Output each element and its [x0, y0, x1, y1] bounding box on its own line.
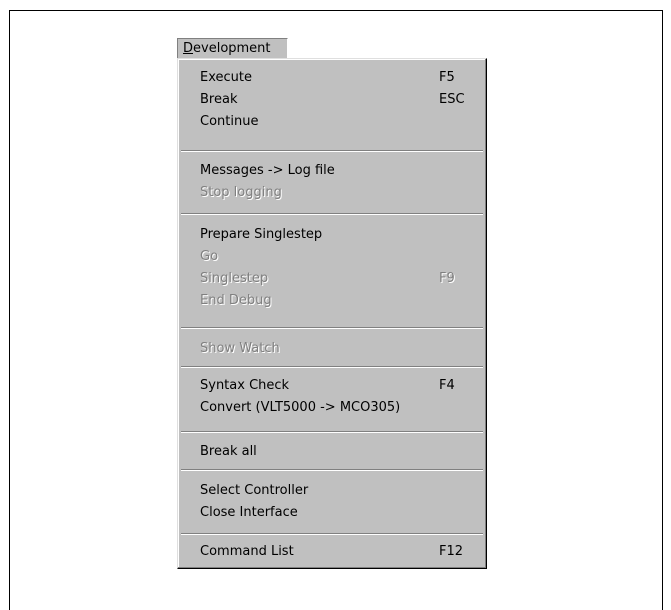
menu-item-end-debug-label: End Debug — [200, 293, 272, 308]
menu-item-continue[interactable]: Continue — [200, 113, 478, 131]
menu-item-singlestep: Singlestep F9 — [200, 270, 478, 288]
menu-item-prepare-singlestep-label: Prepare Singlestep — [200, 227, 323, 242]
menu-separator — [181, 469, 483, 471]
menu-item-go-label: Go — [200, 249, 219, 264]
menu-item-break-all-label: Break all — [200, 444, 257, 459]
menu-item-break-label: Break — [200, 92, 238, 107]
menu-item-close-interface-label: Close Interface — [200, 505, 298, 520]
menu-item-syntax-check-shortcut: F4 — [439, 378, 455, 393]
menu-separator — [181, 533, 483, 535]
menu-item-singlestep-shortcut: F9 — [439, 271, 455, 286]
menu-item-show-watch-label: Show Watch — [200, 341, 280, 356]
menu-item-command-list-shortcut: F12 — [439, 544, 464, 559]
menu-item-stop-logging-label: Stop logging — [200, 185, 282, 200]
menu-item-end-debug: End Debug — [200, 292, 478, 310]
menu-item-messages-log-file[interactable]: Messages -> Log file — [200, 162, 478, 180]
menu-item-break-shortcut: ESC — [439, 92, 465, 107]
menu-item-prepare-singlestep[interactable]: Prepare Singlestep — [200, 226, 478, 244]
development-menu-title[interactable]: Development — [177, 38, 288, 59]
menu-item-stop-logging: Stop logging — [200, 184, 478, 202]
menu-item-execute-shortcut: F5 — [439, 70, 455, 85]
menu-separator — [181, 431, 483, 433]
menu-item-show-watch: Show Watch — [200, 340, 478, 358]
menu-item-convert-label: Convert (VLT5000 -> MCO305) — [200, 400, 401, 415]
menu-item-command-list-label: Command List — [200, 544, 294, 559]
menu-item-continue-label: Continue — [200, 114, 259, 129]
development-dropdown-menu: Execute F5 Break ESC Continue Messages -… — [177, 58, 487, 569]
menu-item-break[interactable]: Break ESC — [200, 91, 478, 109]
menu-separator — [181, 150, 483, 152]
menu-item-command-list[interactable]: Command List F12 — [200, 543, 478, 561]
menu-item-messages-log-file-label: Messages -> Log file — [200, 163, 335, 178]
menu-item-convert[interactable]: Convert (VLT5000 -> MCO305) — [200, 399, 478, 417]
menu-item-select-controller[interactable]: Select Controller — [200, 482, 478, 500]
menu-separator — [181, 366, 483, 368]
menu-separator — [181, 327, 483, 329]
menu-title-mnemonic: D — [183, 41, 194, 56]
menu-item-break-all[interactable]: Break all — [200, 443, 478, 461]
menu-item-select-controller-label: Select Controller — [200, 483, 309, 498]
menu-title-rest: evelopment — [193, 41, 271, 56]
menu-item-go: Go — [200, 248, 478, 266]
menu-item-close-interface[interactable]: Close Interface — [200, 504, 478, 522]
menu-item-syntax-check[interactable]: Syntax Check F4 — [200, 377, 478, 395]
menu-item-syntax-check-label: Syntax Check — [200, 378, 290, 393]
menu-item-execute[interactable]: Execute F5 — [200, 69, 478, 87]
menu-item-singlestep-label: Singlestep — [200, 271, 269, 286]
menu-item-execute-label: Execute — [200, 70, 252, 85]
menu-separator — [181, 213, 483, 215]
